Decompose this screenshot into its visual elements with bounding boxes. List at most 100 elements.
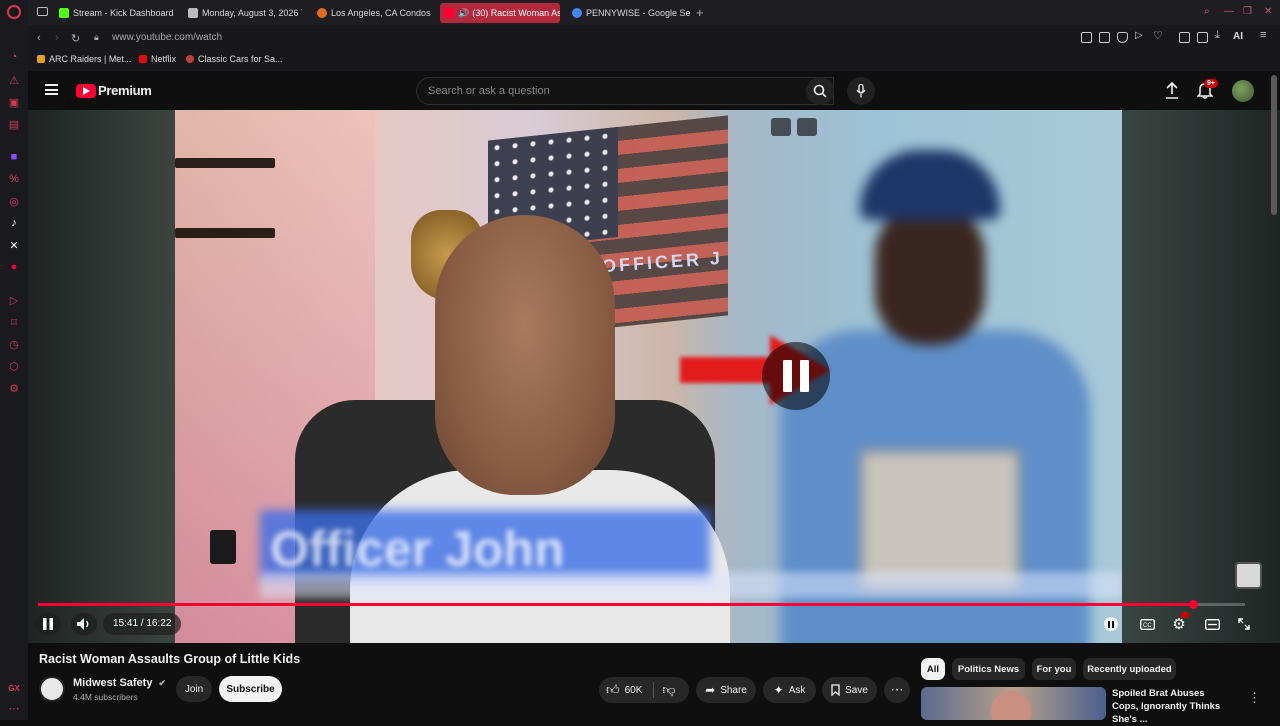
browser-sidebar: ◔ ⚠ ▣ ▤ ■ % ◎ ♪ ✕ ● ▷ ⌑ ◷ ⬡ ⚙ GX ⋯ bbox=[0, 0, 28, 720]
ask-button[interactable]: ✦ Ask bbox=[763, 677, 816, 703]
play-pause-button[interactable] bbox=[35, 613, 61, 635]
save-button[interactable]: Save bbox=[822, 677, 877, 703]
center-pause-button[interactable] bbox=[762, 342, 830, 410]
voice-search-button[interactable] bbox=[847, 77, 875, 105]
bookmark-arc-raiders[interactable]: ARC Raiders | Met... bbox=[37, 54, 131, 64]
chip-all[interactable]: All bbox=[921, 658, 945, 680]
chip-label: All bbox=[926, 663, 940, 675]
extensions-toolbar-icon[interactable] bbox=[1179, 32, 1190, 43]
overlay-mini-buttons bbox=[771, 118, 817, 136]
chip-recently-uploaded[interactable]: Recently uploaded bbox=[1083, 658, 1176, 680]
settings-icon[interactable]: ⚙ bbox=[7, 381, 21, 395]
subtitles-button[interactable]: CC bbox=[1137, 613, 1157, 635]
channel-avatar[interactable] bbox=[39, 676, 65, 702]
tab-youtube[interactable]: 🔊 (30) Racist Woman As bbox=[440, 3, 560, 23]
extensions-icon[interactable]: ⬡ bbox=[7, 359, 21, 373]
bookmark-classic-cars[interactable]: Classic Cars for Sa... bbox=[186, 54, 283, 64]
search-button[interactable] bbox=[806, 77, 834, 105]
menu-icon[interactable]: ≡ bbox=[1260, 29, 1271, 41]
workspace-icon[interactable]: ▣ bbox=[7, 95, 21, 109]
vpn-shield-icon[interactable] bbox=[1117, 32, 1128, 43]
share-button[interactable]: ➦ Share bbox=[696, 677, 756, 703]
search-input[interactable]: Search or ask a question bbox=[416, 77, 834, 105]
miniplayer-icon[interactable] bbox=[771, 118, 791, 136]
player-icon[interactable]: ▷ bbox=[7, 293, 21, 307]
tab-google[interactable]: PENNYWISE - Google Sea bbox=[568, 3, 690, 23]
tiktok-icon[interactable]: ♪ bbox=[7, 216, 21, 230]
page-scrollbar[interactable] bbox=[1271, 75, 1277, 215]
share-label: Share bbox=[720, 684, 747, 696]
youtube-music-icon[interactable]: ● bbox=[7, 260, 21, 274]
chip-politics-news[interactable]: Politics News bbox=[952, 658, 1025, 680]
heart-icon[interactable]: ♡ bbox=[1153, 29, 1164, 42]
url-field[interactable]: www.youtube.com/watch bbox=[112, 32, 222, 43]
video-player[interactable]: OFFICER J Officer John 15:41 / 16:22 CC … bbox=[28, 110, 1280, 643]
download-icon[interactable]: ⤓ bbox=[1215, 29, 1226, 41]
tab-label: Monday, August 3, 2026 T bbox=[202, 8, 302, 18]
tab-overview-icon[interactable] bbox=[37, 7, 48, 16]
recommendation-thumbnail[interactable] bbox=[921, 687, 1106, 720]
progress-bar[interactable] bbox=[38, 600, 1245, 609]
settings-button[interactable]: ⚙ bbox=[1169, 612, 1189, 635]
bookmark-page-icon[interactable] bbox=[1081, 32, 1092, 43]
forward-icon[interactable]: › bbox=[55, 32, 59, 44]
share-icon: ➦ bbox=[705, 683, 716, 697]
speaker-icon[interactable]: 🔊 bbox=[458, 8, 469, 19]
notifications-button[interactable]: 9+ bbox=[1196, 79, 1218, 104]
ask-label: Ask bbox=[788, 684, 806, 696]
channel-name[interactable]: Midwest Safety ✔ bbox=[73, 677, 166, 689]
x-twitter-icon[interactable]: ✕ bbox=[7, 238, 21, 252]
hamburger-menu-icon[interactable] bbox=[45, 84, 58, 95]
tab-calendar[interactable]: Monday, August 3, 2026 T bbox=[184, 3, 302, 23]
upload-icon bbox=[1166, 81, 1178, 99]
snapshot-icon[interactable] bbox=[1099, 32, 1110, 43]
classic-cars-favicon-icon bbox=[186, 55, 194, 63]
reload-icon[interactable]: ↻ bbox=[71, 32, 80, 45]
tab-condos[interactable]: Los Angeles, CA Condos f bbox=[313, 3, 431, 23]
history-icon[interactable]: ◷ bbox=[7, 337, 21, 351]
lock-icon[interactable]: 🔒︎ bbox=[94, 32, 99, 43]
back-icon[interactable]: ‹ bbox=[37, 32, 41, 44]
play-icon[interactable]: ▷ bbox=[1135, 30, 1146, 41]
thumbs-up-icon[interactable]: 👍︎ bbox=[606, 682, 620, 698]
subscriber-count: 4.4M subscribers bbox=[73, 692, 138, 702]
avatar[interactable] bbox=[1232, 80, 1254, 102]
bookmarks-icon[interactable]: ⌑ bbox=[7, 315, 21, 329]
recommendation-title[interactable]: Spoiled Brat Abuses Cops, Ignorantly Thi… bbox=[1112, 687, 1232, 726]
aria-icon[interactable]: ⚠ bbox=[7, 73, 21, 87]
new-tab-icon[interactable]: + bbox=[696, 5, 704, 20]
wallet-icon[interactable] bbox=[1197, 32, 1208, 43]
theater-mode-button[interactable] bbox=[1202, 613, 1222, 635]
like-count[interactable]: 60K bbox=[625, 685, 643, 696]
autoplay-toggle[interactable] bbox=[1103, 613, 1119, 635]
volume-button[interactable] bbox=[71, 613, 97, 635]
subscribe-button[interactable]: Subscribe bbox=[219, 676, 282, 702]
next-icon[interactable] bbox=[797, 118, 817, 136]
speed-dial-icon[interactable]: ◔ bbox=[7, 50, 21, 64]
restore-icon[interactable]: ❐ bbox=[1243, 6, 1252, 17]
instagram-icon[interactable]: ◎ bbox=[7, 194, 21, 208]
upload-button[interactable] bbox=[1165, 81, 1179, 104]
search-tabs-icon[interactable]: ⌕ bbox=[1204, 6, 1210, 17]
discount-icon[interactable]: % bbox=[7, 172, 21, 186]
channel-watermark[interactable] bbox=[1235, 562, 1262, 589]
tab-kick[interactable]: Stream - Kick Dashboard bbox=[55, 3, 173, 23]
youtube-logo[interactable]: Premium bbox=[76, 83, 152, 98]
minimize-icon[interactable]: — bbox=[1224, 6, 1234, 17]
opera-logo-icon[interactable] bbox=[7, 5, 21, 19]
save-label: Save bbox=[845, 684, 868, 696]
recommendation-menu-icon[interactable]: ⋮ bbox=[1248, 690, 1261, 706]
pause-icon bbox=[43, 618, 53, 630]
close-icon[interactable]: ✕ bbox=[1264, 6, 1272, 17]
chip-for-you[interactable]: For you bbox=[1032, 658, 1076, 680]
ai-button[interactable]: AI bbox=[1233, 31, 1243, 42]
thumbs-down-icon[interactable]: 👎︎ bbox=[662, 682, 675, 698]
more-actions-button[interactable]: ⋯ bbox=[884, 677, 910, 703]
bookmark-netflix[interactable]: Netflix bbox=[139, 54, 176, 64]
autoplay-pause-icon bbox=[1104, 617, 1118, 631]
join-button[interactable]: Join bbox=[176, 676, 212, 702]
messenger-icon[interactable]: ▤ bbox=[7, 117, 21, 131]
twitch-icon[interactable]: ■ bbox=[7, 150, 21, 164]
fullscreen-button[interactable] bbox=[1234, 613, 1254, 635]
more-icon[interactable]: ⋯ bbox=[7, 701, 21, 715]
